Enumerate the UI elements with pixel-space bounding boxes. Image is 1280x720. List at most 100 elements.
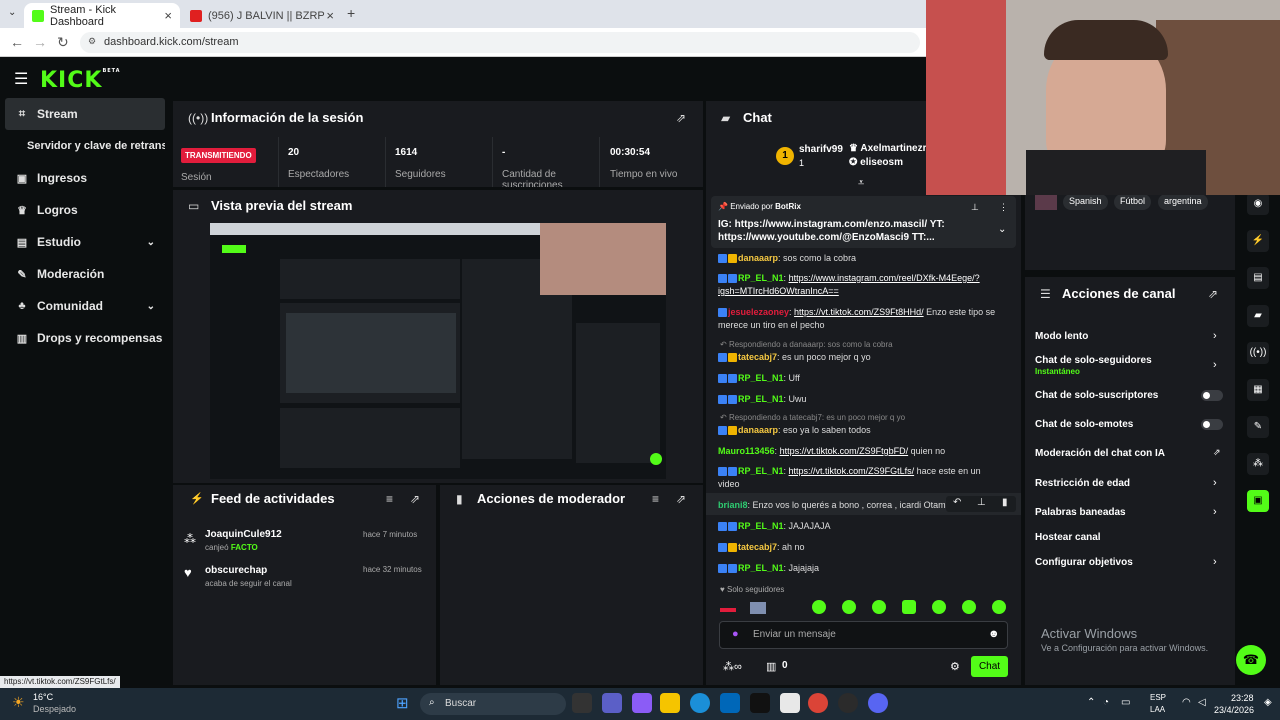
external-link-icon[interactable]: ⇗ xyxy=(1213,447,1221,458)
option-subs-only[interactable]: Chat de solo-suscriptores xyxy=(1035,390,1158,401)
chevron-right-icon[interactable]: › xyxy=(1213,477,1217,489)
channel-actions-icon[interactable]: ▣ xyxy=(1247,490,1269,512)
chat-username[interactable]: RP_EL_N1 xyxy=(738,466,784,476)
emote-icon[interactable] xyxy=(872,600,886,614)
store-icon[interactable] xyxy=(720,693,740,713)
chat-input[interactable]: ● Enviar un mensaje ☻ xyxy=(719,621,1008,649)
emote-icon[interactable] xyxy=(932,600,946,614)
discord-icon[interactable] xyxy=(868,693,888,713)
emotes-only-toggle[interactable] xyxy=(1201,419,1223,430)
leaderboard-user[interactable]: ♛ Axelmartinezr xyxy=(849,143,927,154)
option-age-restriction[interactable]: Restricción de edad xyxy=(1035,478,1130,489)
chevron-right-icon[interactable]: › xyxy=(1213,359,1217,371)
capture-icon[interactable]: ◉ xyxy=(1247,193,1269,215)
chat-message[interactable]: briani8: Enzo vos lo querés a bono , cor… xyxy=(718,499,948,512)
chat-username[interactable]: tatecabj7 xyxy=(738,352,777,362)
layout-icon[interactable]: ▦ xyxy=(1247,379,1269,401)
forward-icon[interactable]: → xyxy=(33,34,47,50)
chat-message[interactable]: RP_EL_N1: Jajajaja xyxy=(718,562,998,575)
sidebar-item-estudio[interactable]: ▤ Estudio ⌄ xyxy=(5,226,165,258)
option-slow-mode[interactable]: Modo lento xyxy=(1035,331,1088,342)
windows-start-icon[interactable]: ⊞ xyxy=(396,694,409,712)
emote-icon[interactable] xyxy=(842,600,856,614)
sidebar-item-moderacion[interactable]: ✎ Moderación xyxy=(5,258,165,290)
emote-icon[interactable] xyxy=(992,600,1006,614)
microphone-icon[interactable]: ● xyxy=(732,628,739,640)
chat-link[interactable]: https://vt.tiktok.com/ZS9Ft8HHd/ xyxy=(794,307,924,317)
close-tab-icon[interactable]: × xyxy=(326,8,334,23)
file-explorer-icon[interactable] xyxy=(660,693,680,713)
chat-message[interactable]: danaaarp: eso ya lo saben todos xyxy=(718,424,998,437)
chat-link[interactable]: https://vt.tiktok.com/ZS9FtgbFD/ xyxy=(780,446,909,456)
chat-username[interactable]: RP_EL_N1 xyxy=(738,521,784,531)
keyboard-layout[interactable]: LAA xyxy=(1150,705,1165,714)
channel-points-icon[interactable]: ⁂∞ xyxy=(723,660,742,673)
option-banned-words[interactable]: Palabras baneadas xyxy=(1035,507,1126,518)
filter-icon[interactable]: ≡ xyxy=(652,492,659,506)
subs-only-toggle[interactable] xyxy=(1201,390,1223,401)
chat-message[interactable]: RP_EL_N1: https://www.instagram.com/reel… xyxy=(718,272,998,298)
option-goals[interactable]: Configurar objetivos xyxy=(1035,557,1133,568)
obs-icon[interactable] xyxy=(838,693,858,713)
emote-icon[interactable] xyxy=(750,602,766,614)
option-ai-moderation[interactable]: Moderación del chat con IA xyxy=(1035,448,1165,459)
back-icon[interactable]: ← xyxy=(10,34,24,50)
tab-kick-dashboard[interactable]: Stream - Kick Dashboard × xyxy=(24,3,180,28)
chat-message[interactable]: tatecabj7: ah no xyxy=(718,541,998,554)
task-view-icon[interactable] xyxy=(572,693,592,713)
popout-icon[interactable]: ⇗ xyxy=(676,111,686,125)
network-icon[interactable]: ◔ xyxy=(1103,697,1109,708)
notepad-icon[interactable] xyxy=(780,693,800,713)
top-gifter-name[interactable]: sharifv99 xyxy=(799,144,843,155)
chat-message[interactable]: danaaarp: sos como la cobra xyxy=(718,252,998,265)
sidebar-item-logros[interactable]: ♛ Logros xyxy=(5,194,165,226)
emote-icon[interactable] xyxy=(812,600,826,614)
pinned-link[interactable]: https://www.youtube.com/@EnzoMasci9 xyxy=(718,232,909,243)
chat-username[interactable]: danaaarp xyxy=(738,425,778,435)
site-info-icon[interactable]: ⚙ xyxy=(88,36,96,47)
chat-message[interactable]: RP_EL_N1: Uwu xyxy=(718,393,998,406)
teams-icon[interactable] xyxy=(602,693,622,713)
chat-username[interactable]: tatecabj7 xyxy=(738,542,777,552)
battery-icon[interactable]: ▭ xyxy=(1121,697,1130,708)
chat-message[interactable]: RP_EL_N1: JAJAJAJA xyxy=(718,520,998,533)
volume-icon[interactable]: ◁ xyxy=(1198,697,1206,708)
chat-message[interactable]: RP_EL_N1: https://vt.tiktok.com/ZS9FGtLf… xyxy=(718,465,998,491)
menu-icon[interactable]: ☰ xyxy=(14,69,28,89)
chat-username[interactable]: RP_EL_N1 xyxy=(738,273,784,283)
chat-username[interactable]: RP_EL_N1 xyxy=(738,373,784,383)
option-emotes-only[interactable]: Chat de solo-emotes xyxy=(1035,419,1133,430)
sidebar-item-ingresos[interactable]: ▣ Ingresos xyxy=(5,162,165,194)
popout-icon[interactable]: ⇗ xyxy=(676,492,686,506)
tiktok-icon[interactable] xyxy=(750,693,770,713)
chat-link[interactable]: https://vt.tiktok.com/ZS9FGtLfs/ xyxy=(789,466,915,476)
tag-chip[interactable]: Spanish xyxy=(1063,194,1108,210)
delete-icon[interactable]: ▮ xyxy=(1002,497,1008,508)
copilot-icon[interactable] xyxy=(632,693,652,713)
chat-username[interactable]: briani8 xyxy=(718,500,748,510)
chat-message[interactable]: tatecabj7: es un poco mejor q yo xyxy=(718,351,998,364)
chat-message[interactable]: RP_EL_N1: Uff xyxy=(718,372,998,385)
chrome-icon[interactable] xyxy=(808,693,828,713)
document-icon[interactable]: ▤ xyxy=(1247,267,1269,289)
chat-username[interactable]: jesuelezaoney xyxy=(728,307,789,317)
tab-youtube[interactable]: (956) J BALVIN || BZRP Music Se × xyxy=(182,3,342,28)
chevron-up-icon[interactable]: ⌃ xyxy=(1087,697,1095,708)
language-code[interactable]: ESP xyxy=(1150,693,1166,702)
leaderboard-user[interactable]: ✪ eliseosm xyxy=(849,157,903,168)
option-followers-only[interactable]: Chat de solo-seguidores xyxy=(1035,355,1152,366)
wrench-icon[interactable]: ✎ xyxy=(1247,416,1269,438)
new-tab-icon[interactable]: + xyxy=(347,5,355,21)
chevron-right-icon[interactable]: › xyxy=(1213,506,1217,518)
option-host-channel[interactable]: Hostear canal xyxy=(1035,532,1101,543)
clock-date[interactable]: 23/4/2026 xyxy=(1214,705,1254,715)
feed-user[interactable]: obscurechap xyxy=(205,565,267,576)
community-icon[interactable]: ⁂ xyxy=(1247,453,1269,475)
help-button[interactable]: ☎ xyxy=(1236,645,1266,675)
broadcast-icon[interactable]: ((•)) xyxy=(1247,342,1269,364)
reply-icon[interactable]: ↶ xyxy=(953,497,961,508)
kick-logo[interactable]: KICKBETA xyxy=(40,68,121,93)
emoji-icon[interactable]: ☻ xyxy=(988,628,1000,640)
lightning-icon[interactable]: ⚡ xyxy=(1247,230,1269,252)
edge-icon[interactable] xyxy=(690,693,710,713)
